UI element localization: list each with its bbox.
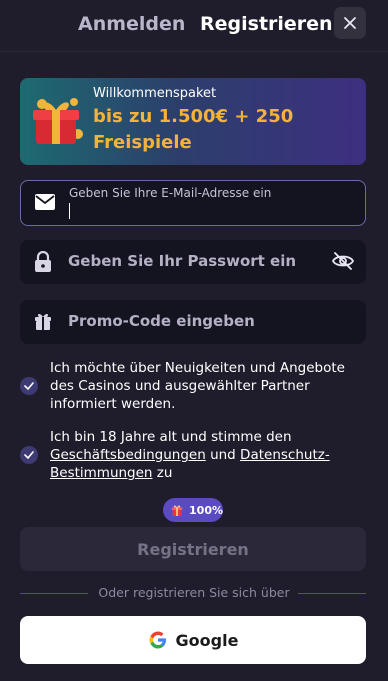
register-button[interactable]: Registrieren	[20, 527, 366, 571]
lock-icon	[34, 250, 52, 277]
age-terms-prefix: Ich bin 18 Jahre alt und stimme den	[50, 429, 292, 445]
close-button[interactable]	[334, 7, 366, 39]
bonus-badge: 100%	[163, 498, 223, 522]
google-icon	[149, 631, 166, 649]
password-placeholder: Geben Sie Ihr Passwort ein	[68, 252, 297, 270]
age-terms-and: und	[210, 447, 236, 463]
google-signup-button[interactable]: Google	[20, 616, 366, 664]
banner-title: Willkommenspaket	[93, 86, 217, 101]
email-label: Geben Sie Ihre E-Mail-Adresse ein	[69, 186, 272, 200]
check-icon	[24, 382, 34, 390]
banner-offer: bis zu 1.500€ + 250 Freispiele	[93, 104, 353, 156]
eye-off-icon	[331, 252, 355, 270]
banner-offer-line2: Freispiele	[93, 132, 192, 153]
terms-link[interactable]: Geschäftsbedingungen	[50, 447, 206, 463]
newsletter-consent-text: Ich möchte über Neuigkeiten und Angebote…	[50, 360, 345, 412]
auth-header: Anmelden Registrieren	[0, 0, 388, 52]
check-icon	[24, 451, 34, 459]
close-icon	[344, 17, 356, 29]
google-button-label: Google	[175, 630, 239, 650]
age-terms-text: Ich bin 18 Jahre alt und stimme den Gesc…	[50, 428, 366, 482]
age-terms-checkbox[interactable]	[20, 446, 38, 464]
email-field[interactable]: Geben Sie Ihre E-Mail-Adresse ein	[20, 180, 366, 226]
divider-line-right	[298, 593, 366, 594]
tab-register[interactable]: Registrieren	[200, 13, 333, 35]
promo-code-field[interactable]: Promo-Code eingeben	[20, 300, 366, 344]
gift-icon	[30, 94, 86, 152]
promo-code-placeholder: Promo-Code eingeben	[68, 312, 255, 330]
bonus-badge-value: 100%	[189, 503, 223, 517]
newsletter-checkbox[interactable]	[20, 377, 38, 395]
gift-small-icon	[34, 312, 52, 334]
password-field[interactable]: Geben Sie Ihr Passwort ein	[20, 240, 366, 284]
toggle-password-visibility-button[interactable]	[331, 250, 355, 276]
text-cursor	[69, 203, 70, 219]
age-terms-suffix: zu	[156, 465, 173, 481]
welcome-banner: Willkommenspaket bis zu 1.500€ + 250 Fre…	[20, 78, 366, 165]
tab-login[interactable]: Anmelden	[78, 13, 185, 35]
envelope-icon	[35, 194, 55, 214]
banner-offer-line1: bis zu 1.500€ + 250	[93, 106, 294, 127]
gift-badge-icon	[171, 505, 183, 517]
